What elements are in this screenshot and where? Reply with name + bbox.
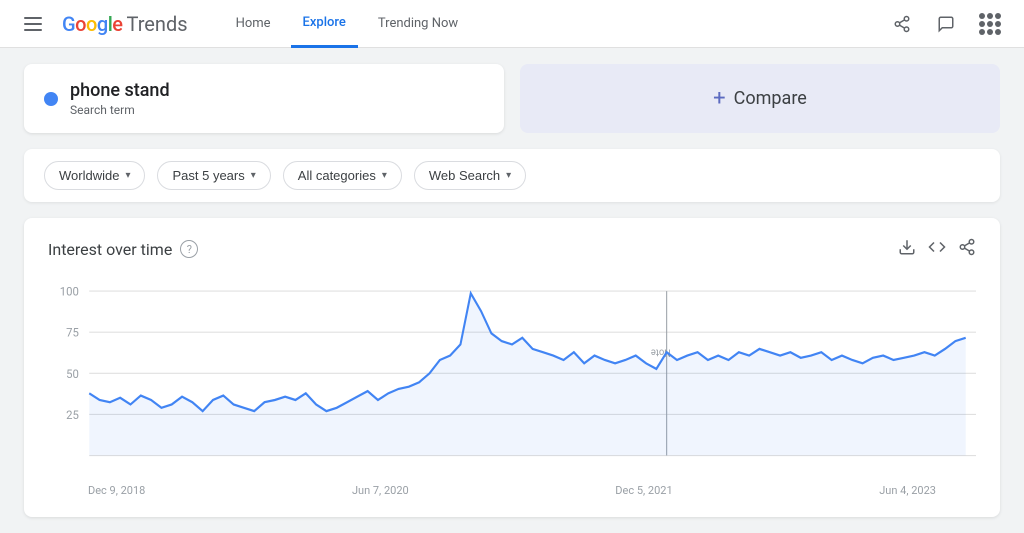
menu-icon[interactable] xyxy=(16,9,50,39)
info-icon[interactable]: ? xyxy=(180,240,198,258)
search-term-info: phone stand Search term xyxy=(70,80,170,117)
share-chart-icon[interactable] xyxy=(958,238,976,260)
share-icon[interactable] xyxy=(884,6,920,42)
svg-text:50: 50 xyxy=(66,366,79,381)
x-label-2: Dec 5, 2021 xyxy=(615,484,672,497)
trend-line-chart: 100 75 50 25 Note xyxy=(48,280,976,480)
compare-card[interactable]: + Compare xyxy=(520,64,1000,133)
compare-label: Compare xyxy=(734,88,807,109)
search-section: phone stand Search term + Compare xyxy=(24,64,1000,133)
filter-worldwide[interactable]: Worldwide ▾ xyxy=(44,161,145,190)
svg-text:25: 25 xyxy=(66,407,79,422)
compare-plus-icon: + xyxy=(713,86,725,111)
x-label-1: Jun 7, 2020 xyxy=(352,484,409,497)
logo: Google Trends xyxy=(62,12,188,36)
logo-google: Google xyxy=(62,12,123,36)
nav-trending-now[interactable]: Trending Now xyxy=(366,0,470,48)
filter-bar: Worldwide ▾ Past 5 years ▾ All categorie… xyxy=(24,149,1000,202)
search-term-label: Search term xyxy=(70,103,170,117)
chevron-down-icon: ▾ xyxy=(125,170,130,181)
search-dot xyxy=(44,92,58,106)
chevron-down-icon: ▾ xyxy=(251,170,256,181)
filter-time-range[interactable]: Past 5 years ▾ xyxy=(157,161,270,190)
chart-container: 100 75 50 25 Note xyxy=(48,280,976,480)
header-left: Google Trends Home Explore Trending Now xyxy=(16,0,470,48)
feedback-icon[interactable] xyxy=(928,6,964,42)
chart-header: Interest over time ? xyxy=(48,238,976,260)
embed-icon[interactable] xyxy=(928,238,946,260)
chevron-down-icon: ▾ xyxy=(382,170,387,181)
nav-explore[interactable]: Explore xyxy=(291,0,358,48)
svg-text:100: 100 xyxy=(60,284,79,299)
header-nav: Home Explore Trending Now xyxy=(224,0,471,48)
filter-search-type[interactable]: Web Search ▾ xyxy=(414,161,526,190)
filter-categories[interactable]: All categories ▾ xyxy=(283,161,402,190)
x-label-3: Jun 4, 2023 xyxy=(879,484,936,497)
chart-title: Interest over time ? xyxy=(48,240,198,259)
apps-icon[interactable] xyxy=(972,6,1008,42)
chart-card: Interest over time ? xyxy=(24,218,1000,517)
download-icon[interactable] xyxy=(898,238,916,260)
nav-home[interactable]: Home xyxy=(224,0,283,48)
svg-text:75: 75 xyxy=(66,325,79,340)
search-term-text: phone stand xyxy=(70,80,170,101)
chart-actions xyxy=(898,238,976,260)
logo-trends: Trends xyxy=(127,12,188,36)
header: Google Trends Home Explore Trending Now xyxy=(0,0,1024,48)
chevron-down-icon: ▾ xyxy=(506,170,511,181)
x-label-0: Dec 9, 2018 xyxy=(88,484,145,497)
search-card: phone stand Search term xyxy=(24,64,504,133)
header-right xyxy=(884,6,1008,42)
main-content: phone stand Search term + Compare Worldw… xyxy=(0,48,1024,533)
x-axis-labels: Dec 9, 2018 Jun 7, 2020 Dec 5, 2021 Jun … xyxy=(48,480,976,497)
